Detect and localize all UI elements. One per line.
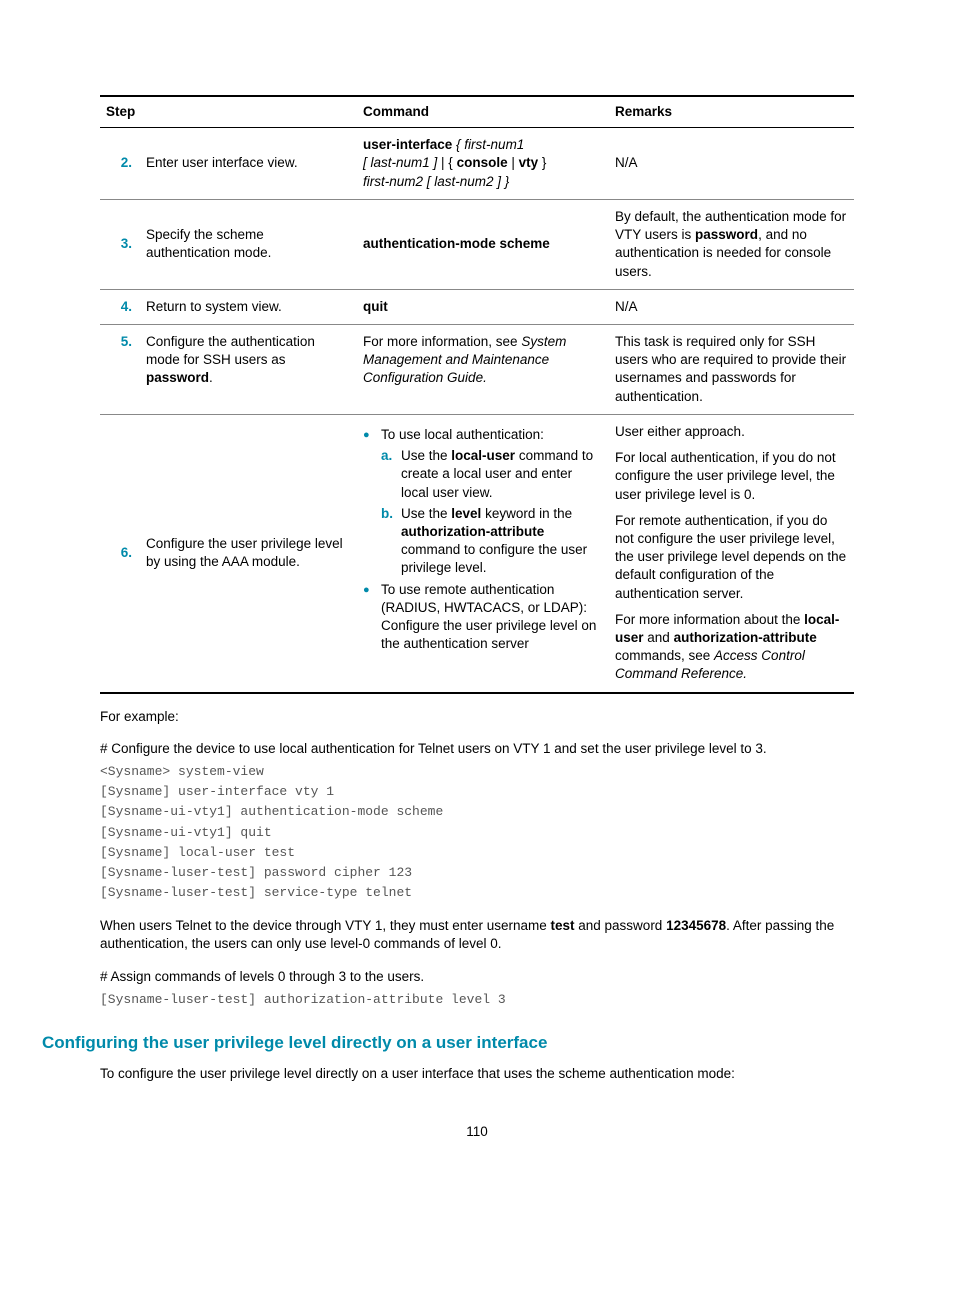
step-number: 2. [100,128,140,200]
list-letter: b. [381,505,401,578]
step-number: 5. [100,324,140,414]
table-row: 3. Specify the scheme authentication mod… [100,199,854,289]
paragraph: When users Telnet to the device through … [100,917,854,953]
table-row: 5. Configure the authentication mode for… [100,324,854,414]
code-block: <Sysname> system-view [Sysname] user-int… [100,762,854,903]
step-remarks: N/A [609,289,854,324]
table-row: 4. Return to system view. quit N/A [100,289,854,324]
step-command: authentication-mode scheme [357,199,609,289]
page-number: 110 [100,1123,854,1141]
paragraph: For example: [100,708,854,726]
step-command: ● To use local authentication: a. Use th… [357,414,609,692]
th-remarks: Remarks [609,96,854,128]
step-command: quit [357,289,609,324]
step-desc: Specify the scheme authentication mode. [140,199,357,289]
paragraph: # Configure the device to use local auth… [100,740,854,758]
section-heading: Configuring the user privilege level dir… [42,1032,854,1055]
step-desc: Configure the user privilege level by us… [140,414,357,692]
th-step: Step [100,96,357,128]
table-row: 6. Configure the user privilege level by… [100,414,854,692]
paragraph: # Assign commands of levels 0 through 3 … [100,968,854,986]
th-command: Command [357,96,609,128]
step-desc: Enter user interface view. [140,128,357,200]
step-remarks: This task is required only for SSH users… [609,324,854,414]
list-letter: a. [381,447,401,502]
bullet-icon: ● [363,581,381,654]
step-number: 4. [100,289,140,324]
step-remarks: User either approach. For local authenti… [609,414,854,692]
step-command: user-interface { first-num1 [ last-num1 … [357,128,609,200]
step-desc: Return to system view. [140,289,357,324]
paragraph: To configure the user privilege level di… [100,1065,854,1083]
step-number: 3. [100,199,140,289]
step-command: For more information, see System Managem… [357,324,609,414]
code-block: [Sysname-luser-test] authorization-attri… [100,990,854,1010]
config-table: Step Command Remarks 2. Enter user inter… [100,95,854,694]
step-remarks: By default, the authentication mode for … [609,199,854,289]
step-remarks: N/A [609,128,854,200]
table-row: 2. Enter user interface view. user-inter… [100,128,854,200]
step-desc: Configure the authentication mode for SS… [140,324,357,414]
step-number: 6. [100,414,140,692]
bullet-icon: ● [363,426,381,444]
